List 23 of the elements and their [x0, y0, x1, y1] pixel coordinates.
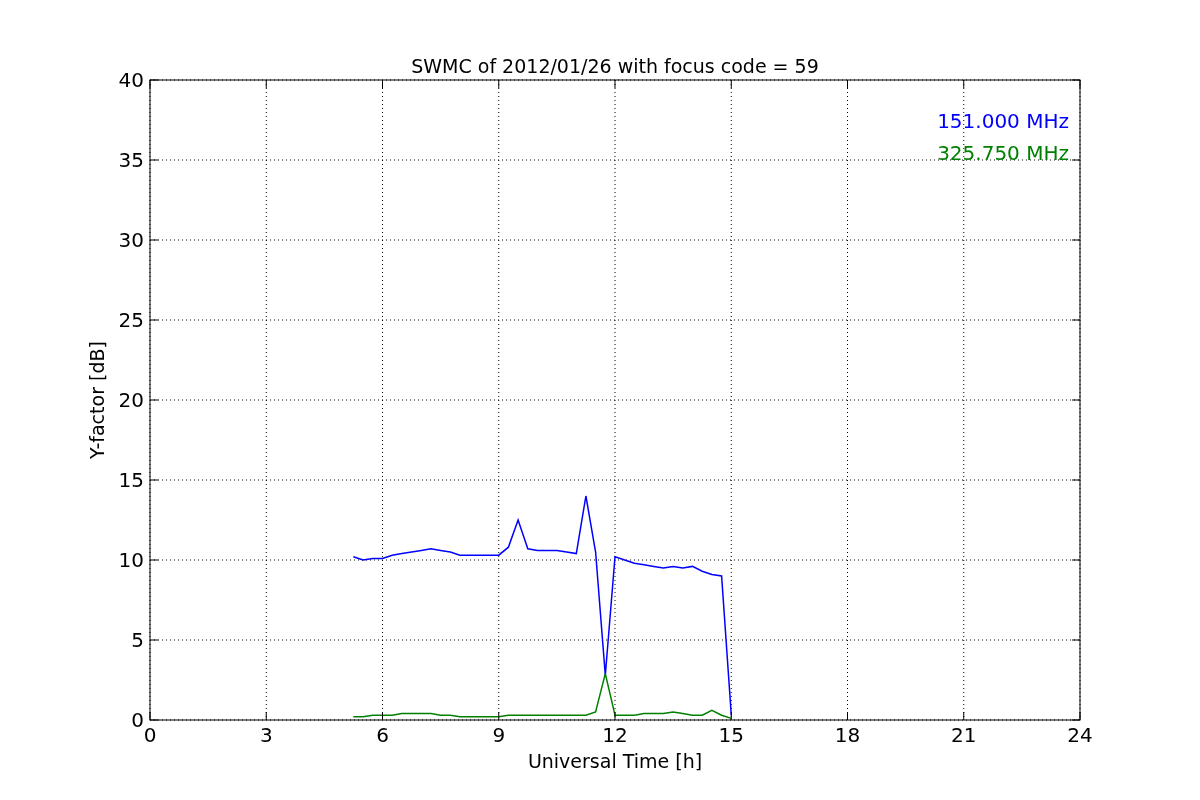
- tick-label: 20: [118, 388, 144, 412]
- tick-label: 10: [118, 548, 144, 572]
- y-axis-label: Y-factor [dB]: [86, 341, 108, 459]
- tick-label: 0: [143, 723, 157, 747]
- tick-label: 18: [834, 723, 861, 747]
- tick-label: 40: [118, 68, 144, 92]
- tick-label: 15: [718, 723, 744, 747]
- legend-label: 325.750 MHz: [937, 141, 1069, 165]
- tick-label: 21: [951, 723, 977, 747]
- chart-title: SWMC of 2012/01/26 with focus code = 59: [411, 55, 819, 77]
- legend-label: 151.000 MHz: [937, 109, 1069, 133]
- tick-label: 15: [118, 468, 144, 492]
- tick-label: 9: [492, 723, 506, 747]
- x-axis-label: Universal Time [h]: [527, 750, 703, 772]
- tick-label: 35: [118, 148, 144, 172]
- tick-label: 24: [1067, 723, 1093, 747]
- tick-label: 25: [118, 308, 144, 332]
- tick-label: 12: [602, 723, 628, 747]
- tick-label: 6: [376, 723, 389, 747]
- tick-label: 30: [118, 228, 144, 252]
- tick-label: 5: [131, 628, 144, 652]
- tick-label: 0: [131, 708, 144, 732]
- tick-label: 3: [259, 723, 273, 747]
